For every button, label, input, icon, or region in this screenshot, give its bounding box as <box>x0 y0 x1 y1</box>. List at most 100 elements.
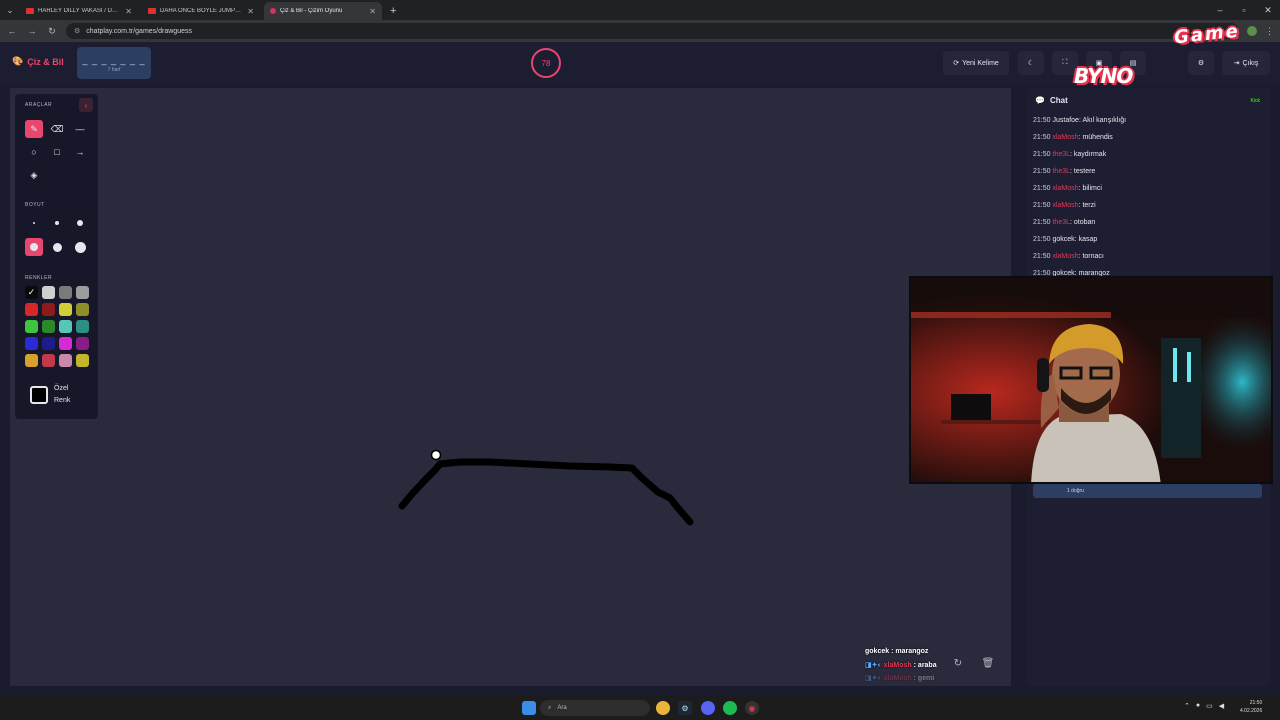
color-swatch[interactable] <box>25 320 38 333</box>
color-swatch[interactable] <box>76 320 89 333</box>
discord-icon[interactable] <box>701 701 715 715</box>
color-swatch[interactable] <box>42 303 55 316</box>
color-swatch[interactable] <box>42 320 55 333</box>
restore-icon[interactable]: ▫ <box>1232 0 1256 20</box>
color-swatch[interactable] <box>76 354 89 367</box>
color-swatch[interactable] <box>42 354 55 367</box>
chat-message: 21:50 gokcek: kasap <box>1033 236 1098 243</box>
badge-icons: ◨✦◐ <box>865 675 882 682</box>
chat-message: 21:50 the3L: testere <box>1033 168 1096 175</box>
size-xl[interactable] <box>48 238 66 256</box>
clear-button[interactable]: ▤ <box>1120 51 1146 75</box>
browser-tab-3[interactable]: Çiz & Bil - Çizim Oyunu ✕ <box>264 2 382 20</box>
color-swatch[interactable]: ✓ <box>25 286 38 299</box>
size-l[interactable] <box>25 238 43 256</box>
trash-icon: 🗑 <box>981 657 995 669</box>
color-swatch[interactable] <box>59 320 72 333</box>
square-icon: □ <box>54 147 60 157</box>
theme-toggle-button[interactable]: ☾ <box>1018 51 1044 75</box>
color-swatch[interactable] <box>76 286 89 299</box>
color-swatch[interactable] <box>59 337 72 350</box>
color-swatch[interactable] <box>59 286 72 299</box>
windows-start-icon[interactable] <box>522 701 536 715</box>
color-swatch[interactable] <box>59 303 72 316</box>
message-user[interactable]: the3L <box>1052 168 1070 175</box>
size-dot-icon <box>77 220 83 226</box>
color-swatch[interactable] <box>42 337 55 350</box>
message-user[interactable]: gokcek <box>1052 236 1074 243</box>
brush-tool[interactable]: ✎ <box>25 120 43 138</box>
site-info-icon[interactable]: ⚙ <box>74 27 80 35</box>
clear-canvas-button[interactable]: 🗑 <box>979 654 997 672</box>
color-swatch[interactable] <box>25 337 38 350</box>
message-user[interactable]: xlaMosh <box>1052 253 1078 260</box>
webcam-overlay <box>909 276 1273 484</box>
brand-logo[interactable]: 🎨 Çiz & Bil <box>12 56 64 67</box>
message-user[interactable]: xlaMosh <box>1052 202 1078 209</box>
color-swatch[interactable] <box>76 337 89 350</box>
size-dot-icon <box>33 222 35 224</box>
browser-tab-2[interactable]: DAHA ÖNCE BÖYLE JUMPSCAR ✕ <box>142 2 260 20</box>
timer-value: 78 <box>541 58 551 68</box>
new-tab-button[interactable]: + <box>390 2 396 20</box>
size-xs[interactable] <box>25 214 43 232</box>
steam-icon[interactable]: ⚙ <box>678 701 692 715</box>
custom-color-picker[interactable] <box>30 386 48 404</box>
overlay-text: marangoz <box>895 648 929 655</box>
browser-tab-1[interactable]: HARLEY DILLY VAKASI / DEDEY ✕ <box>20 2 138 20</box>
size-xxl[interactable] <box>71 238 89 256</box>
reload-icon[interactable]: ↻ <box>46 26 58 37</box>
extension-icon[interactable] <box>1247 26 1257 36</box>
pen-icon: ✎ <box>30 123 38 134</box>
color-swatch[interactable] <box>25 303 38 316</box>
close-tab-icon[interactable]: ✕ <box>125 7 132 16</box>
redo-button[interactable]: ↻ <box>949 654 967 672</box>
minimize-icon[interactable]: – <box>1208 0 1232 20</box>
color-swatch[interactable] <box>76 303 89 316</box>
url-field[interactable]: ⚙ chatplay.com.tr/games/drawguess <box>66 23 1239 39</box>
circle-tool[interactable]: ○ <box>25 143 43 161</box>
sound-button[interactable]: ▣ <box>1086 51 1112 75</box>
obs-icon[interactable]: ◉ <box>745 701 759 715</box>
close-window-icon[interactable]: ✕ <box>1256 0 1280 20</box>
eraser-tool[interactable]: ⌫ <box>48 120 66 138</box>
size-s[interactable] <box>48 214 66 232</box>
fullscreen-button[interactable]: ⛶ <box>1052 51 1078 75</box>
message-user[interactable]: the3L <box>1052 151 1070 158</box>
toolbox-panel: ARAÇLAR ‹ ✎ ⌫ — ○ □ → ◈ BOYUT RENKLER ✓ <box>15 94 98 419</box>
chrome-icon[interactable] <box>656 701 670 715</box>
microphone-icon[interactable]: ● <box>1196 702 1200 710</box>
tab-search-icon[interactable]: ⌄ <box>0 0 20 20</box>
fill-tool[interactable]: ◈ <box>25 166 43 184</box>
taskbar-search[interactable]: ⌕ Ara <box>540 700 650 716</box>
spotify-icon[interactable] <box>723 701 737 715</box>
message-user[interactable]: xlaMosh <box>1052 134 1078 141</box>
close-tab-icon[interactable]: ✕ <box>247 7 254 16</box>
message-time: 21:50 <box>1033 253 1051 260</box>
line-tool[interactable]: — <box>71 120 89 138</box>
network-icon[interactable]: ▭ <box>1206 702 1213 710</box>
exit-button[interactable]: ⇥ Çıkış <box>1222 51 1270 75</box>
color-swatch[interactable] <box>25 354 38 367</box>
tab-title: Çiz & Bil - Çizim Oyunu <box>280 8 343 14</box>
drawing-canvas[interactable] <box>10 88 1011 686</box>
arrow-tool[interactable]: → <box>71 143 89 161</box>
new-word-button[interactable]: ⟳ Yeni Kelime <box>943 51 1009 75</box>
browser-menu-icon[interactable]: ⋮ <box>1265 26 1274 37</box>
message-user[interactable]: xlaMosh <box>1052 185 1078 192</box>
close-tab-icon[interactable]: ✕ <box>369 7 376 16</box>
color-swatch[interactable] <box>42 286 55 299</box>
rectangle-tool[interactable]: □ <box>48 143 66 161</box>
chat-message: 21:50 xlaMosh: tornacı <box>1033 253 1104 260</box>
size-m[interactable] <box>71 214 89 232</box>
message-user[interactable]: Justafoe <box>1052 117 1078 124</box>
forward-icon[interactable]: → <box>26 26 38 36</box>
collapse-toolbox-button[interactable]: ‹ <box>79 98 93 112</box>
volume-icon[interactable]: ◀ <box>1219 702 1224 710</box>
back-icon[interactable]: ← <box>6 26 18 36</box>
message-user[interactable]: the3L <box>1052 219 1070 226</box>
color-swatch[interactable] <box>59 354 72 367</box>
chevron-up-icon[interactable]: ⌃ <box>1184 702 1190 710</box>
taskbar-clock[interactable]: 21:50 4.02.2026 <box>1240 699 1262 715</box>
settings-button[interactable]: ⚙ <box>1188 51 1214 75</box>
